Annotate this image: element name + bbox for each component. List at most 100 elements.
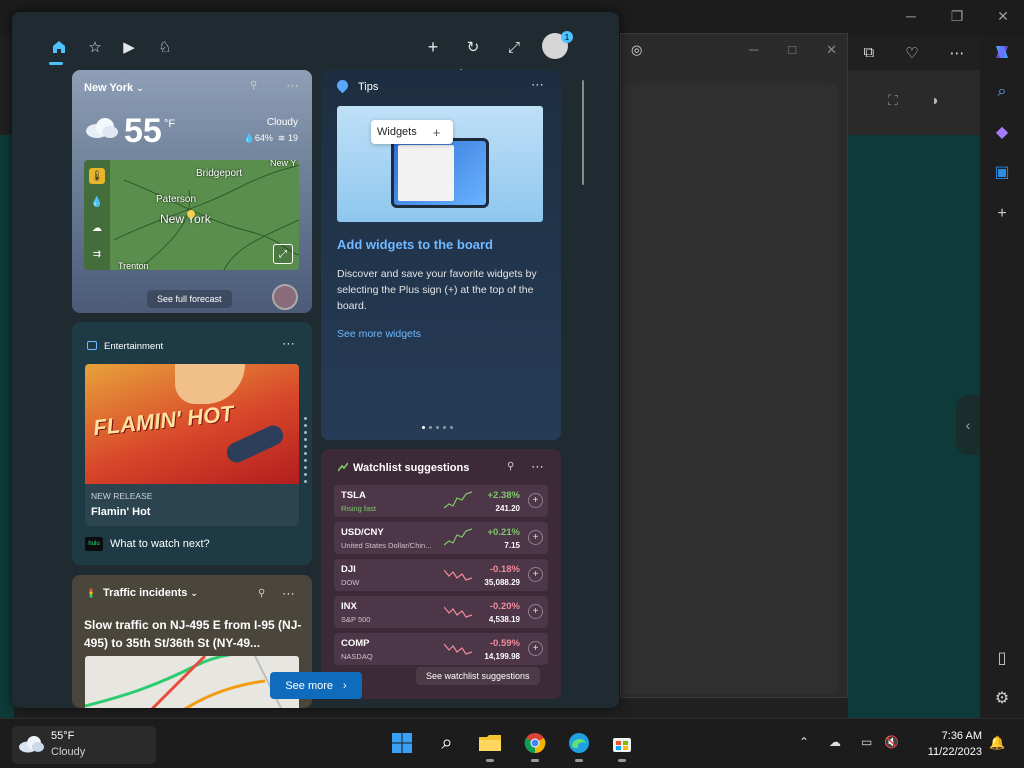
play-icon[interactable]: ▶ <box>116 34 142 60</box>
carousel-dot[interactable] <box>304 452 307 455</box>
minimize-icon[interactable]: ─ <box>904 8 918 25</box>
carousel-dot[interactable] <box>304 438 307 441</box>
maximize-icon[interactable]: □ <box>788 42 796 58</box>
stock-price: 35,088.29 <box>484 578 520 587</box>
pin-icon[interactable]: ⚲ <box>258 588 266 599</box>
collapse-handle[interactable]: ‹ <box>956 395 980 455</box>
collections-icon[interactable]: ⧉ <box>863 44 874 61</box>
page-dot[interactable] <box>450 426 453 429</box>
carousel-indicator[interactable] <box>304 417 307 483</box>
more-options-icon[interactable]: ⋯ <box>531 459 545 475</box>
contrast-icon[interactable]: ◑ <box>930 92 938 108</box>
page-dot[interactable] <box>422 426 425 429</box>
tips-card[interactable]: Tips ⋯ Widgets + Add widgets to the boar… <box>321 70 561 440</box>
cloud-icon[interactable]: ☁ <box>89 220 105 236</box>
wind-icon[interactable]: ⇉ <box>89 246 105 262</box>
outlook-icon[interactable]: ▣ <box>980 157 1024 187</box>
edge-icon[interactable] <box>566 730 592 756</box>
star-icon[interactable]: ☆ <box>82 34 108 60</box>
scrollbar[interactable] <box>582 80 584 185</box>
carousel-dot[interactable] <box>304 473 307 476</box>
minimize-icon[interactable]: ─ <box>749 42 758 58</box>
tips-pager[interactable] <box>422 426 453 429</box>
start-icon[interactable] <box>389 730 415 756</box>
taskbar-clock[interactable]: 7:36 AM 11/22/2023 <box>906 728 982 760</box>
chess-icon[interactable]: ♘ <box>152 34 178 60</box>
droplet-icon[interactable]: 💧 <box>89 194 105 210</box>
chevron-right-icon: › <box>343 679 347 692</box>
settings-icon[interactable]: ⚙ <box>980 683 1024 713</box>
plus-icon[interactable]: + <box>420 34 446 60</box>
refresh-icon[interactable]: ↻ <box>460 34 486 60</box>
search-icon[interactable]: ⌕ <box>434 730 460 756</box>
thermometer-icon[interactable]: 🌡 <box>89 168 105 184</box>
health-icon[interactable]: ♡ <box>905 44 918 62</box>
flamin-hot-poster[interactable]: FLAMIN' HOT <box>85 364 299 484</box>
watchlist-card[interactable]: Watchlist suggestions ⚲ ⋯ TSLA Rising fas… <box>321 449 561 699</box>
chrome-icon[interactable] <box>522 730 548 756</box>
chevron-up-icon[interactable]: ⌃ <box>799 735 809 749</box>
weather-card[interactable]: New York ⌄ ⚲ ⋯ 55 °F Cloudy 💧64% ≋ 19 🌡 … <box>72 70 312 313</box>
carousel-dot[interactable] <box>304 445 307 448</box>
add-icon[interactable]: + <box>980 199 1024 229</box>
carousel-dot[interactable] <box>304 424 307 427</box>
carousel-dot[interactable] <box>304 417 307 420</box>
stock-row[interactable]: USD/CNY United States Dollar/Chin... +0.21… <box>334 522 548 554</box>
stock-subtitle: NASDAQ <box>341 652 373 661</box>
page-dot[interactable] <box>443 426 446 429</box>
add-to-watchlist-icon[interactable]: + <box>528 567 543 582</box>
what-to-watch-next-link[interactable]: What to watch next? <box>110 538 210 550</box>
search-icon[interactable]: ⌕ <box>980 77 1024 107</box>
weather-map[interactable]: 🌡 💧 ☁ ⇉ Bridgeport Paterson New York New… <box>84 160 299 270</box>
stock-row[interactable]: TSLA Rising fast +2.38% 241.20 + <box>334 485 548 517</box>
notification-bell-icon[interactable]: 🔔 <box>989 735 1005 751</box>
see-watchlist-suggestions-button[interactable]: See watchlist suggestions <box>416 667 540 685</box>
store-icon[interactable] <box>609 730 635 756</box>
more-options-icon[interactable]: ⋯ <box>282 586 296 602</box>
more-icon[interactable]: ⋯ <box>950 44 965 62</box>
onedrive-icon[interactable]: ☁ <box>829 735 841 749</box>
pin-icon[interactable]: ⚲ <box>250 80 258 91</box>
see-full-forecast-button[interactable]: See full forecast <box>147 290 232 308</box>
entertainment-card[interactable]: Entertainment ⋯ FLAMIN' HOT NEW RELEASE … <box>72 322 312 565</box>
close-icon[interactable]: ✕ <box>996 8 1010 25</box>
stock-row[interactable]: COMP NASDAQ -0.59% 14,199.98 + <box>334 633 548 665</box>
copilot-sidebar-icon[interactable]: ◆ <box>980 117 1024 147</box>
add-to-watchlist-icon[interactable]: + <box>528 641 543 656</box>
more-options-icon[interactable]: ⋯ <box>286 78 300 94</box>
carousel-dot[interactable] <box>304 459 307 462</box>
add-to-watchlist-icon[interactable]: + <box>528 493 543 508</box>
stock-row[interactable]: INX S&P 500 -0.20% 4,538.19 + <box>334 596 548 628</box>
stock-subtitle: Rising fast <box>341 504 377 513</box>
chevron-down-icon: ⌄ <box>136 83 144 93</box>
profile-icon[interactable]: ◎ <box>631 42 642 58</box>
weather-city[interactable]: New York ⌄ <box>84 82 144 94</box>
sidebar-toggle-icon[interactable]: ▯ <box>980 643 1024 673</box>
expand-icon[interactable]: ⤢ <box>273 244 293 264</box>
expand-icon[interactable]: ⤢ <box>501 34 527 60</box>
restore-icon[interactable]: ❐ <box>950 8 964 25</box>
traffic-title[interactable]: Traffic incidents ⌄ <box>103 587 198 599</box>
pin-icon[interactable]: ⚲ <box>507 461 515 472</box>
close-icon[interactable]: ✕ <box>826 42 837 58</box>
add-to-watchlist-icon[interactable]: + <box>528 604 543 619</box>
file-explorer-icon[interactable] <box>477 730 503 756</box>
add-to-watchlist-icon[interactable]: + <box>528 530 543 545</box>
taskbar-weather[interactable]: 55°F Cloudy <box>12 726 156 764</box>
page-dot[interactable] <box>429 426 432 429</box>
display-icon[interactable]: ▭ <box>861 735 872 749</box>
more-options-icon[interactable]: ⋯ <box>282 336 296 352</box>
page-dot[interactable] <box>436 426 439 429</box>
carousel-dot[interactable] <box>304 466 307 469</box>
carousel-dot[interactable] <box>304 431 307 434</box>
carousel-dot[interactable] <box>304 480 307 483</box>
more-options-icon[interactable]: ⋯ <box>531 77 545 93</box>
volume-icon[interactable]: 🔇 <box>884 735 899 749</box>
fullscreen-icon[interactable]: ⛶ <box>888 92 898 109</box>
copilot-icon[interactable] <box>980 37 1024 67</box>
see-more-button[interactable]: See more › <box>270 672 362 699</box>
home-icon[interactable] <box>46 34 72 60</box>
see-more-widgets-link[interactable]: See more widgets <box>337 328 421 340</box>
traffic-map[interactable] <box>85 656 299 708</box>
stock-row[interactable]: DJI DOW -0.18% 35,088.29 + <box>334 559 548 591</box>
